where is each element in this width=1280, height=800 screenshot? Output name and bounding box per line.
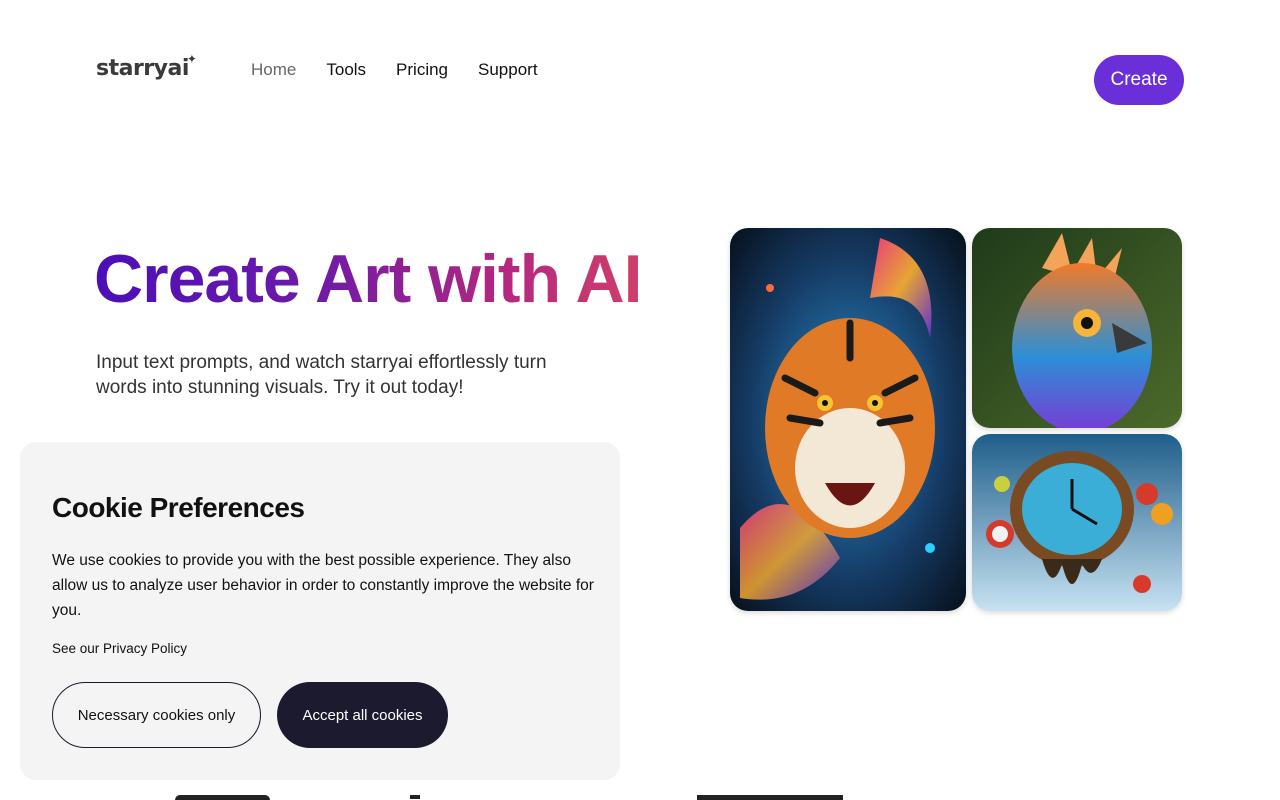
create-button[interactable]: Create xyxy=(1094,55,1184,105)
logo-text: starryai xyxy=(96,56,189,81)
hero-title: Create Art with AI xyxy=(94,241,642,317)
nav-pricing[interactable]: Pricing xyxy=(396,60,448,80)
main-nav: Home Tools Pricing Support xyxy=(251,60,538,80)
hero-subtitle: Input text prompts, and watch starryai e… xyxy=(96,352,547,398)
cookie-preferences-panel: Cookie Preferences We use cookies to pro… xyxy=(20,442,620,780)
starryai-logo[interactable]: starryai✦ xyxy=(96,52,198,81)
accept-all-cookies-button[interactable]: Accept all cookies xyxy=(277,682,448,748)
nav-support[interactable]: Support xyxy=(478,60,538,80)
cookie-title: Cookie Preferences xyxy=(52,492,305,523)
nav-tools[interactable]: Tools xyxy=(326,60,366,80)
necessary-cookies-button[interactable]: Necessary cookies only xyxy=(52,682,261,748)
melting-clock-art-image xyxy=(972,434,1182,611)
tiger-art-image xyxy=(730,228,966,611)
privacy-policy-link[interactable]: See our Privacy Policy xyxy=(52,641,187,656)
sparkle-icon: ✦ xyxy=(186,52,197,66)
partner-logo-partial xyxy=(175,795,270,800)
nav-home[interactable]: Home xyxy=(251,60,296,80)
bird-art-image xyxy=(972,228,1182,428)
partner-logo-partial xyxy=(697,795,843,800)
partner-logo-partial xyxy=(410,795,420,799)
cookie-description: We use cookies to provide you with the b… xyxy=(52,552,594,619)
